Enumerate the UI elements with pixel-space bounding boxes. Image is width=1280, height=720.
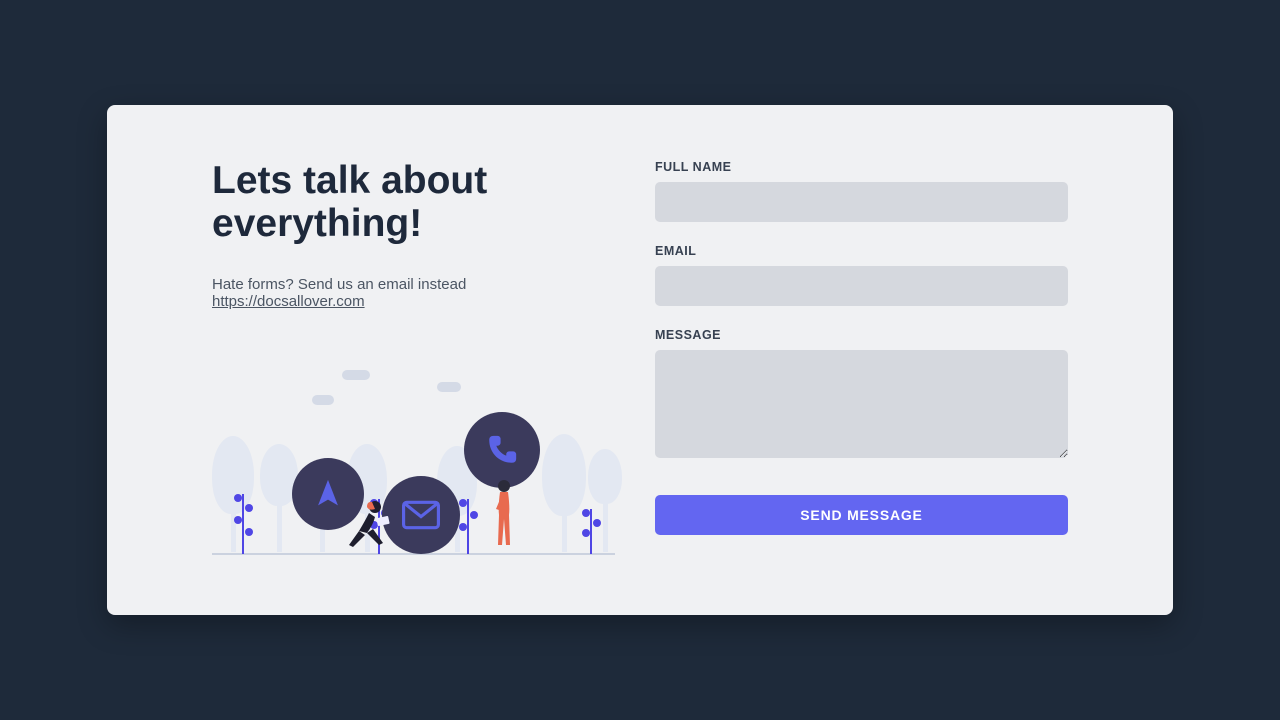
subtext-prefix: Hate forms? Send us an email instead (212, 276, 466, 293)
email-input[interactable] (655, 266, 1068, 306)
phone-icon (464, 412, 540, 488)
contact-illustration (212, 340, 615, 560)
sitting-person-illustration (347, 499, 402, 554)
fullname-label: FULL NAME (655, 160, 1068, 174)
page-heading: Lets talk about everything! (212, 160, 615, 246)
fullname-input[interactable] (655, 182, 1068, 222)
email-link[interactable]: https://docsallover.com (212, 293, 365, 310)
message-input[interactable] (655, 350, 1068, 458)
email-label: EMAIL (655, 244, 1068, 258)
send-message-button[interactable]: SEND MESSAGE (655, 495, 1068, 535)
standing-person-illustration (490, 479, 518, 554)
contact-card: Lets talk about everything! Hate forms? … (107, 105, 1173, 615)
message-label: MESSAGE (655, 328, 1068, 342)
contact-form: FULL NAME EMAIL MESSAGE SEND MESSAGE (655, 160, 1068, 560)
subtext: Hate forms? Send us an email instead htt… (212, 276, 615, 310)
left-column: Lets talk about everything! Hate forms? … (212, 160, 615, 560)
